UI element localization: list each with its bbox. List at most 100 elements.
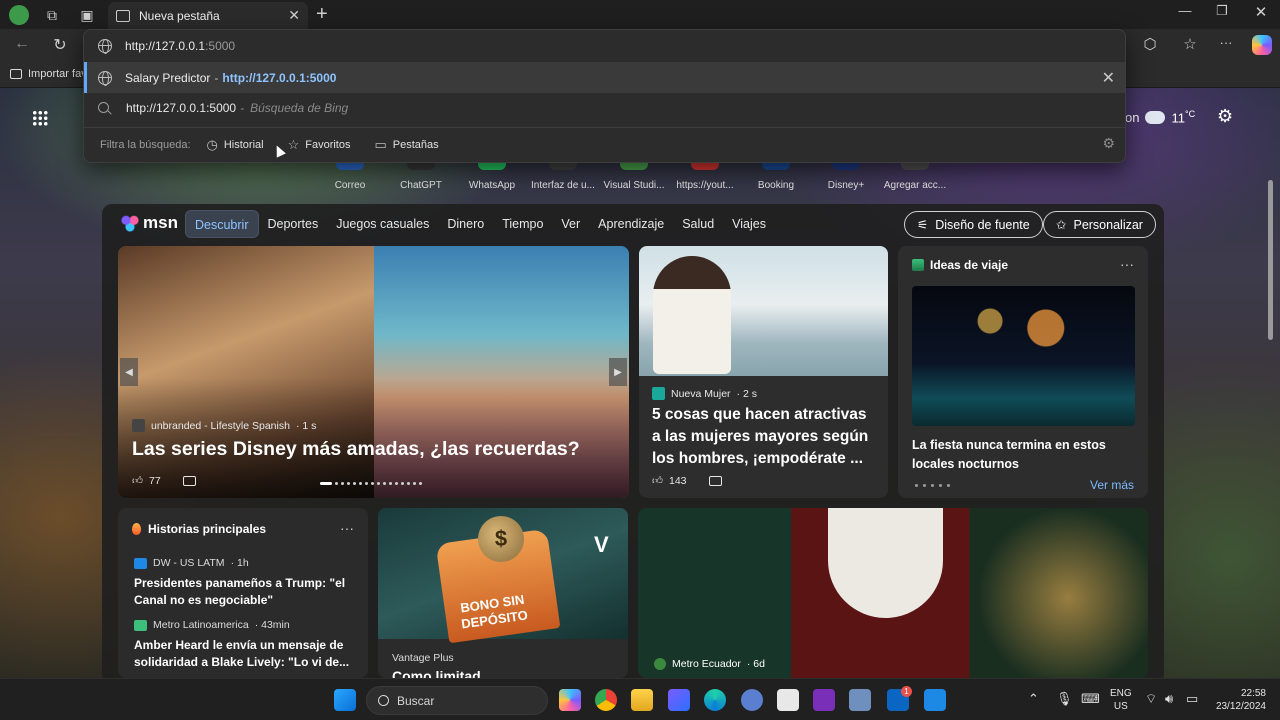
microphone-icon[interactable]: 🎙︎ (1056, 691, 1073, 707)
page-scrollbar[interactable] (1268, 180, 1273, 340)
import-icon (10, 69, 22, 79)
quick-link-label: Visual Studi... (603, 180, 665, 191)
tab-tiempo[interactable]: Tiempo (493, 210, 552, 238)
history-icon: ◷ (206, 137, 218, 152)
refresh-icon[interactable]: ↻ (48, 35, 72, 57)
carousel-dot-active[interactable] (320, 482, 332, 485)
remove-suggestion-icon[interactable]: ✕ (1102, 68, 1115, 88)
workspaces-icon[interactable]: ⧉ (41, 4, 63, 26)
font-design-label: Diseño de fuente (935, 217, 1030, 232)
profile-avatar-icon[interactable] (8, 4, 30, 26)
app-launcher-icon[interactable] (32, 110, 48, 126)
ad-sponsor: Vantage Plus (392, 652, 454, 664)
minimize-button[interactable]: — (1167, 3, 1203, 18)
sparkle-star-icon: ✩ (1056, 218, 1067, 232)
filter-favorites[interactable]: ☆ Favoritos (288, 137, 351, 153)
tray-overflow-icon[interactable]: ⌃ (1028, 691, 1039, 707)
msn-logo[interactable]: msn (120, 213, 178, 233)
wifi-icon[interactable]: ⌔ (1145, 691, 1157, 707)
tab-aprendizaje[interactable]: Aprendizaje (589, 210, 673, 238)
more-options-icon[interactable]: ··· (1120, 256, 1134, 272)
copilot-taskbar-icon[interactable] (559, 689, 581, 711)
hero-carousel[interactable]: ◀ ▶ unbranded - Lifestyle Spanish · 1 s … (118, 246, 629, 498)
sponsored-card[interactable]: $ BONO SIN DEPÓSITO V Vantage Plus Como l… (378, 508, 628, 678)
story-title-link[interactable]: Presidentes panameños a Trump: "el Canal… (134, 575, 354, 609)
back-icon[interactable]: ← (10, 35, 34, 57)
thumbs-up-icon[interactable]: 👍︎ (652, 474, 663, 487)
tab-dinero[interactable]: Dinero (438, 210, 493, 238)
carousel-prev-icon[interactable]: ◀ (120, 358, 138, 386)
bing-separator: - (240, 100, 245, 115)
close-tab-icon[interactable]: ✕ (288, 7, 300, 24)
clock-time: 22:58 (1240, 688, 1266, 699)
extensions-icon[interactable]: ⬡ (1137, 35, 1163, 57)
keyboard-icon[interactable]: ⌨ (1081, 691, 1100, 707)
article-source: Nueva Mujer · 2 s (652, 387, 757, 400)
favorites-icon[interactable]: ☆ (1177, 35, 1203, 57)
tab-juegos-casuales[interactable]: Juegos casuales (327, 210, 438, 238)
clipchamp-icon[interactable] (668, 689, 690, 711)
suggestion-url: http://127.0.0.1:5000 (222, 70, 337, 85)
carousel-next-icon[interactable]: ▶ (609, 358, 627, 386)
onenote-icon[interactable] (813, 689, 835, 711)
flame-icon (132, 523, 141, 535)
r-app-icon[interactable] (741, 689, 763, 711)
system-clock[interactable]: 22:58 23/12/2024 (1212, 687, 1266, 713)
dollar-coin-icon: $ (478, 516, 524, 562)
filter-history[interactable]: ◷ Historial (207, 137, 264, 153)
import-favorites-link[interactable]: Importar fav (10, 68, 87, 80)
close-window-button[interactable]: ✕ (1243, 3, 1279, 21)
santa-article-card[interactable]: Metro Ecuador · 6d (638, 508, 1148, 678)
comment-icon[interactable] (708, 475, 722, 486)
font-design-button[interactable]: ⚟ Diseño de fuente (904, 211, 1043, 238)
comment-icon[interactable] (182, 475, 196, 486)
tab-ver[interactable]: Ver (552, 210, 589, 238)
vertical-tabs-icon[interactable]: ▣ (76, 4, 98, 26)
start-button-icon[interactable] (334, 689, 356, 711)
search-settings-icon[interactable]: ⚙ (1102, 135, 1115, 152)
see-more-link[interactable]: Ver más (1090, 478, 1134, 492)
page-settings-icon[interactable]: ⚙ (1217, 106, 1233, 127)
vscode-icon[interactable] (924, 689, 946, 711)
personalize-button[interactable]: ✩ Personalizar (1043, 211, 1156, 238)
copilot-icon[interactable] (1252, 35, 1272, 55)
ad-image: $ BONO SIN DEPÓSITO V (378, 508, 628, 644)
more-options-icon[interactable]: ··· (340, 520, 354, 536)
new-tab-button[interactable]: + (316, 3, 328, 26)
chrome-icon[interactable] (595, 689, 617, 711)
taskbar-search[interactable]: Buscar (366, 686, 548, 715)
thumbs-up-icon[interactable]: 👍︎ (132, 474, 143, 487)
suggestion-salary-predictor[interactable]: Salary Predictor - http://127.0.0.1:5000… (84, 62, 1125, 93)
settings-more-icon[interactable]: ··· (1213, 35, 1239, 57)
weather-widget[interactable]: on 11°C (1125, 104, 1195, 125)
story-title-link[interactable]: Amber Heard le envía un mensaje de solid… (134, 637, 354, 671)
hero-headline[interactable]: Las series Disney más amadas, ¿las recue… (132, 438, 580, 461)
travel-ideas-card[interactable]: Ideas de viaje ··· La fiesta nunca termi… (898, 246, 1148, 498)
top-stories-header: Historias principales (132, 522, 266, 536)
address-typed-host: http://127.0.0.1 (125, 38, 206, 53)
file-explorer-icon[interactable] (631, 689, 653, 711)
notification-badge: 1 (901, 686, 912, 697)
maximize-button[interactable]: ❐ (1204, 3, 1240, 19)
star-icon: ☆ (287, 137, 300, 152)
tab-new-tab[interactable]: Nueva pestaña ✕ (108, 2, 308, 29)
tab-viajes[interactable]: Viajes (723, 210, 775, 238)
suggestion-bing-search[interactable]: http://127.0.0.1:5000 - Búsqueda de Bing (84, 92, 1125, 123)
snipping-tool-icon[interactable] (777, 689, 799, 711)
tab-salud[interactable]: Salud (673, 210, 723, 238)
tab-deportes[interactable]: Deportes (259, 210, 328, 238)
volume-icon[interactable]: 🔊︎ (1165, 691, 1173, 707)
edge-icon[interactable] (704, 689, 726, 711)
filter-tabs[interactable]: ▭ Pestañas (374, 137, 438, 153)
suggestion-title: Salary Predictor (125, 70, 211, 85)
filter-tabs-label: Pestañas (392, 139, 439, 151)
address-bar-dropdown: http://127.0.0.1:5000 Salary Predictor -… (83, 29, 1126, 163)
carousel-dots (320, 482, 422, 485)
article-card-nueva-mujer[interactable]: Nueva Mujer · 2 s 5 cosas que hacen atra… (639, 246, 888, 498)
3d-viewer-icon[interactable] (849, 689, 871, 711)
tab-descubrir[interactable]: Descubrir (185, 210, 259, 238)
travel-page-dots (915, 484, 950, 487)
address-input[interactable]: http://127.0.0.1:5000 (84, 30, 1125, 61)
language-indicator[interactable]: ENG US (1110, 687, 1132, 713)
battery-icon[interactable]: ▭ (1186, 691, 1198, 707)
